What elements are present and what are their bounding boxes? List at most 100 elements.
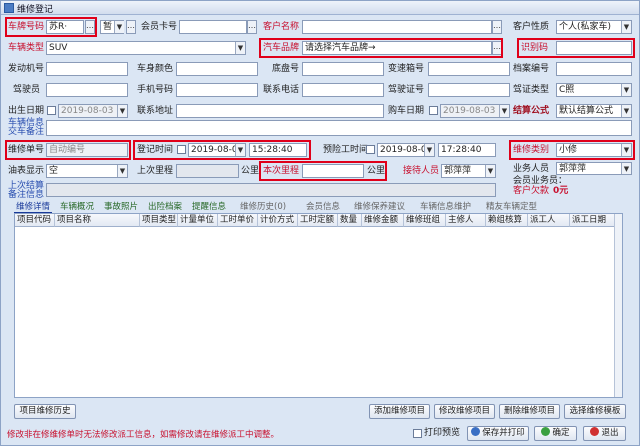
vin-input[interactable] bbox=[556, 41, 632, 55]
order-no-input[interactable]: 自动编号 bbox=[46, 143, 128, 157]
engine-label: 发动机号 bbox=[8, 64, 45, 74]
sales-value: 郭萍萍 bbox=[559, 164, 587, 174]
color-input[interactable] bbox=[176, 62, 258, 76]
tab-reminders[interactable]: 提醒信息 bbox=[190, 201, 228, 213]
print-preview-checkbox[interactable] bbox=[413, 429, 422, 438]
this-mileage-label: 本次里程 bbox=[263, 166, 300, 176]
plate-lookup-button[interactable]: … bbox=[85, 20, 95, 34]
chevron-down-icon[interactable]: ▼ bbox=[499, 105, 509, 117]
delivery-note-label[interactable]: 交车备注 bbox=[8, 126, 44, 138]
chevron-down-icon[interactable]: ▼ bbox=[621, 144, 631, 156]
chevron-down-icon[interactable]: ▼ bbox=[621, 21, 631, 33]
license-type-label: 驾证类型 bbox=[513, 85, 550, 95]
column-header[interactable]: 项目名称 bbox=[55, 214, 140, 227]
exit-button[interactable]: 退出 bbox=[583, 426, 626, 441]
chevron-down-icon[interactable]: ▼ bbox=[621, 84, 631, 96]
notes-input[interactable] bbox=[46, 120, 632, 136]
customer-type-value: 个人(私家车) bbox=[559, 22, 612, 32]
member-card-input[interactable] bbox=[179, 20, 247, 34]
phone-input[interactable] bbox=[302, 83, 384, 97]
item-history-button[interactable]: 项目维修历史 bbox=[14, 404, 76, 419]
column-header[interactable]: 工时定额 bbox=[298, 214, 338, 227]
chassis-label: 底盘号 bbox=[272, 64, 300, 74]
buy-date-checkbox[interactable] bbox=[429, 106, 438, 115]
column-header[interactable]: 维修金额 bbox=[362, 214, 404, 227]
last-mileage-label: 上次里程 bbox=[137, 166, 174, 176]
debt-label: 客户欠款 bbox=[513, 186, 550, 196]
license-input[interactable] bbox=[428, 83, 510, 97]
column-header[interactable]: 工时单价 bbox=[218, 214, 258, 227]
driver-input[interactable] bbox=[46, 83, 128, 97]
chevron-down-icon[interactable]: ▼ bbox=[424, 144, 434, 156]
plate-input[interactable]: 苏R· bbox=[46, 20, 84, 34]
select-template-button[interactable]: 选择维修模板 bbox=[564, 404, 626, 419]
tab-claim-archive[interactable]: 出险档案 bbox=[146, 201, 184, 213]
chevron-down-icon[interactable]: ▼ bbox=[117, 105, 127, 117]
column-header[interactable]: 主修人 bbox=[446, 214, 486, 227]
tab-maintenance-suggestion[interactable]: 维修保养建议 bbox=[352, 201, 407, 213]
column-header[interactable]: 项目类型 bbox=[140, 214, 178, 227]
customer-name-input[interactable] bbox=[302, 20, 492, 34]
engine-input[interactable] bbox=[46, 62, 128, 76]
chevron-down-icon[interactable]: ▼ bbox=[621, 163, 631, 174]
birth-checkbox[interactable] bbox=[47, 106, 56, 115]
car-type-select[interactable]: SUV bbox=[46, 41, 246, 55]
chevron-down-icon[interactable]: ▼ bbox=[621, 105, 631, 117]
tab-vehicle-model[interactable]: 精友车辆定型 bbox=[484, 201, 539, 213]
chevron-down-icon[interactable]: ▼ bbox=[235, 42, 245, 54]
customer-lookup-button[interactable]: … bbox=[492, 20, 502, 34]
brand-input[interactable]: 请选择汽车品牌→ bbox=[302, 41, 492, 55]
save-print-label: 保存并打印 bbox=[482, 428, 525, 438]
oil-value: 空 bbox=[49, 166, 59, 176]
chevron-down-icon[interactable]: ▼ bbox=[235, 144, 245, 156]
repair-items-table[interactable]: 项目代码 项目名称 项目类型 计量单位 工时单价 计价方式 工时定额 数量 维修… bbox=[14, 213, 623, 398]
plate-more-button[interactable]: … bbox=[126, 20, 136, 34]
ok-button[interactable]: 确定 bbox=[534, 426, 577, 441]
chassis-input[interactable] bbox=[302, 62, 384, 76]
eta-time-input[interactable]: 17:28:40 bbox=[438, 143, 496, 157]
tab-accident-photos[interactable]: 事故照片 bbox=[102, 201, 140, 213]
this-mileage-input[interactable] bbox=[302, 164, 364, 178]
repair-type-label: 维修类别 bbox=[513, 145, 550, 155]
tab-repair-history[interactable]: 维修历史(0) bbox=[238, 201, 288, 213]
car-type-value: SUV bbox=[49, 43, 68, 53]
mobile-input[interactable] bbox=[176, 83, 258, 97]
column-header[interactable]: 派工日期 bbox=[570, 214, 615, 227]
sales-label: 业务人员 bbox=[513, 164, 550, 174]
column-header[interactable]: 赖组核算 bbox=[486, 214, 528, 227]
member-card-lookup-button[interactable]: … bbox=[247, 20, 257, 34]
column-header[interactable]: 计量单位 bbox=[178, 214, 218, 227]
gearbox-label: 变速箱号 bbox=[388, 64, 425, 74]
reg-date-checkbox[interactable] bbox=[177, 145, 186, 154]
column-header[interactable]: 项目代码 bbox=[15, 214, 55, 227]
oil-select[interactable]: 空 bbox=[46, 164, 128, 178]
save-print-button[interactable]: 保存并打印 bbox=[467, 426, 529, 441]
debt-value: 0元 bbox=[553, 186, 569, 196]
buy-date-label: 购车日期 bbox=[388, 106, 425, 116]
column-header[interactable]: 维修班组 bbox=[404, 214, 446, 227]
gearbox-input[interactable] bbox=[428, 62, 510, 76]
chevron-down-icon[interactable]: ▼ bbox=[114, 21, 124, 33]
tab-car-overview[interactable]: 车辆概况 bbox=[58, 201, 96, 213]
address-input[interactable] bbox=[176, 104, 384, 118]
tab-vehicle-maintenance[interactable]: 车辆信息维护 bbox=[418, 201, 473, 213]
add-item-button[interactable]: 添加维修项目 bbox=[369, 404, 430, 419]
grid-scrollbar[interactable] bbox=[614, 214, 622, 397]
license-label: 驾驶证号 bbox=[388, 85, 425, 95]
column-header[interactable]: 数量 bbox=[338, 214, 362, 227]
column-header[interactable]: 派工人 bbox=[528, 214, 570, 227]
modify-item-button[interactable]: 修改维修项目 bbox=[434, 404, 495, 419]
chevron-down-icon[interactable]: ▼ bbox=[485, 165, 495, 177]
customer-type-label: 客户性质 bbox=[513, 22, 550, 32]
tab-repair-detail[interactable]: 维修详情 bbox=[14, 201, 53, 213]
brand-lookup-button[interactable]: … bbox=[492, 41, 502, 55]
archive-input[interactable] bbox=[556, 62, 632, 76]
column-header[interactable]: 计价方式 bbox=[258, 214, 298, 227]
eta-checkbox[interactable] bbox=[366, 145, 375, 154]
tab-member-info[interactable]: 会员信息 bbox=[304, 201, 342, 213]
delete-item-button[interactable]: 删除维修项目 bbox=[499, 404, 560, 419]
reg-time-input[interactable]: 15:28:40 bbox=[249, 143, 307, 157]
chevron-down-icon[interactable]: ▼ bbox=[117, 165, 127, 177]
customer-name-label: 客户名称 bbox=[263, 22, 300, 32]
remark-label[interactable]: 备注信息 bbox=[8, 189, 44, 201]
